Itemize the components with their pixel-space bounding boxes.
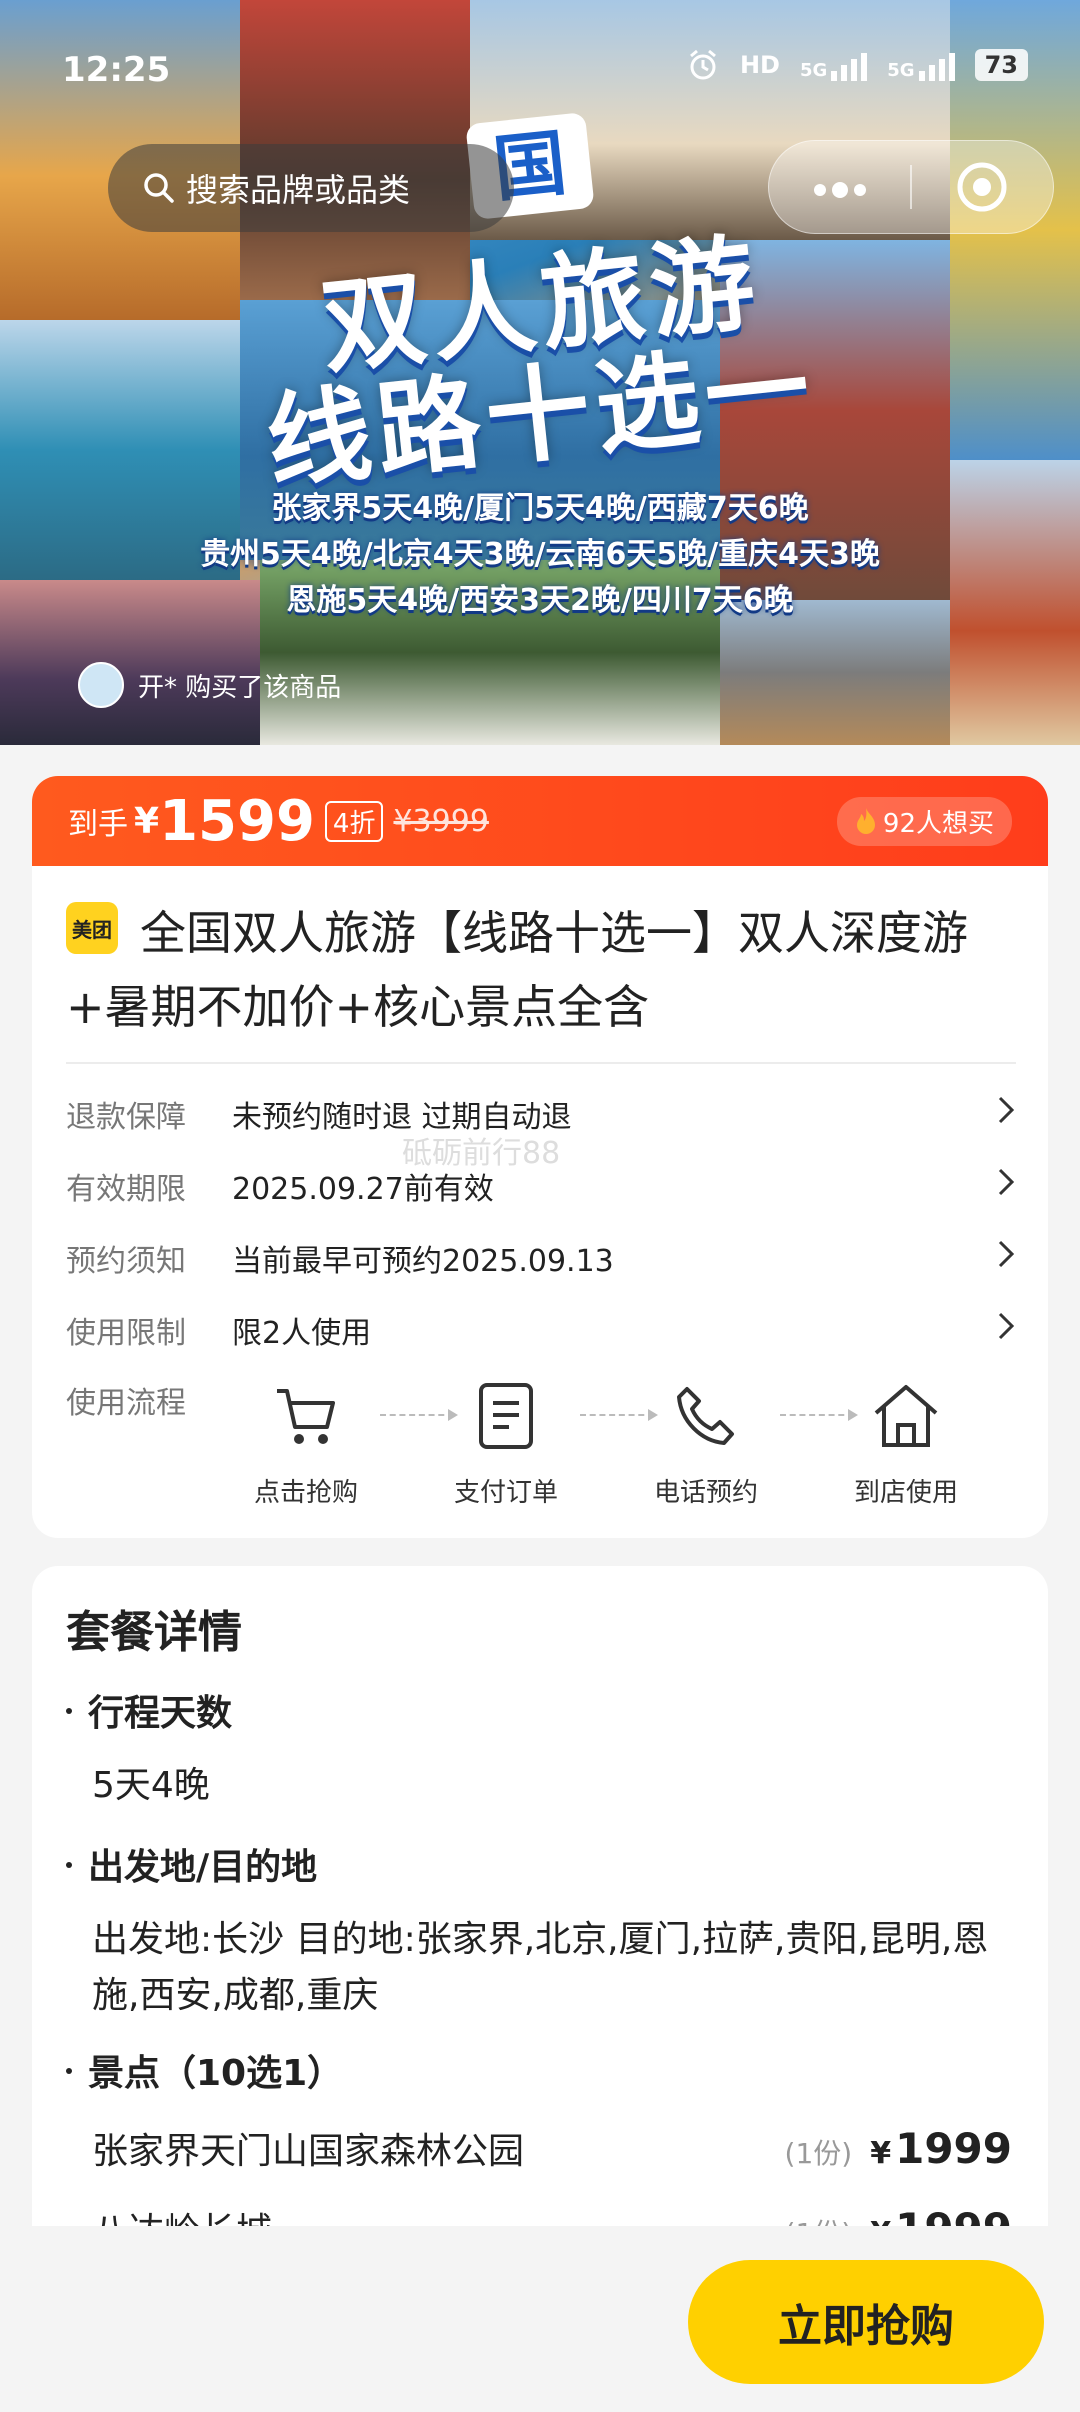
flow-step-label: 点击抢购 bbox=[253, 1478, 358, 1508]
avatar bbox=[78, 662, 124, 708]
fire-icon bbox=[856, 808, 875, 834]
chevron-right-icon bbox=[996, 1310, 1026, 1350]
item-currency: ¥ bbox=[870, 2216, 891, 2226]
battery-icon: 73 bbox=[974, 49, 1028, 81]
row-limit[interactable]: 使用限制 限2人使用 bbox=[66, 1300, 1026, 1360]
row-value: 2025.09.27前有效 bbox=[232, 1172, 494, 1207]
flow-label: 使用流程 bbox=[66, 1386, 186, 1421]
recent-buyer-toast: 开* 购买了该商品 bbox=[78, 662, 341, 708]
bottom-action-bar: 立即抢购 bbox=[0, 2226, 1080, 2412]
chevron-right-icon bbox=[996, 1094, 1026, 1134]
alarm-icon bbox=[689, 49, 716, 80]
buy-now-button[interactable]: 立即抢购 bbox=[688, 2260, 1044, 2384]
item-price: 1999 bbox=[895, 2204, 1012, 2226]
section-heading: 景点（10选1） bbox=[88, 2053, 344, 2094]
item-currency: ¥ bbox=[870, 2136, 892, 2171]
package-detail-card: 套餐详情 行程天数 5天4晚 出发地/目的地 出发地:长沙 目的地:张家界,北京… bbox=[32, 1566, 1048, 2226]
original-price: ¥3999 bbox=[393, 803, 489, 839]
row-key: 使用限制 bbox=[66, 1316, 186, 1351]
row-key: 预约须知 bbox=[66, 1244, 186, 1279]
list-item: 张家界天门山国家森林公园 (1份) ¥ 1999 bbox=[92, 2122, 1012, 2174]
flow-step-label: 到店使用 bbox=[853, 1478, 958, 1508]
row-key: 退款保障 bbox=[66, 1100, 186, 1135]
more-button[interactable] bbox=[769, 164, 910, 210]
order-icon bbox=[479, 1383, 533, 1449]
status-time: 12:25 bbox=[62, 50, 171, 90]
want-count-badge: 92人想买 bbox=[836, 796, 1012, 846]
route-line: 贵州5天4晚/北京4天3晚/云南6天5晚/重庆4天3晚 bbox=[200, 537, 880, 572]
route-line: 恩施5天4晚/西安3天2晚/四川7天6晚 bbox=[286, 583, 794, 618]
row-value: 当前最早可预约2025.09.13 bbox=[232, 1244, 614, 1279]
product-title: 全国双人旅游【线路十选一】双人深度游+暑期不加价+核心景点全含 bbox=[66, 906, 968, 1034]
bullet bbox=[66, 1862, 72, 1868]
search-input[interactable]: 搜索品牌或品类 bbox=[108, 144, 514, 232]
chevron-right-icon bbox=[996, 1166, 1026, 1206]
target-icon bbox=[957, 162, 1007, 212]
item-qty: (1份) bbox=[785, 2212, 853, 2226]
item-name: 八达岭长城 bbox=[92, 2202, 785, 2226]
want-count: 92人想买 bbox=[882, 808, 994, 839]
hero-routes: 张家界5天4晚/厦门5天4晚/西藏7天6晚 贵州5天4晚/北京4天3晚/云南6天… bbox=[0, 486, 1080, 624]
detail-title: 套餐详情 bbox=[66, 1607, 242, 1658]
flow-step: 支付订单 bbox=[436, 1376, 576, 1509]
item-name: 张家界天门山国家森林公园 bbox=[92, 2131, 525, 2172]
price-bar: 到手 ¥ 1599 4折 ¥3999 92人想买 bbox=[32, 776, 1048, 866]
cart-icon bbox=[277, 1389, 335, 1444]
phone-icon bbox=[677, 1387, 734, 1445]
section-text: 出发地:长沙 目的地:张家界,北京,厦门,拉萨,贵阳,昆明,恩施,西安,成都,重… bbox=[92, 1919, 989, 2016]
flow-step: 到店使用 bbox=[836, 1376, 976, 1509]
item-price: 1999 bbox=[895, 2124, 1012, 2173]
bullet bbox=[66, 1708, 72, 1714]
section-text: 5天4晚 bbox=[92, 1765, 210, 1806]
row-validity[interactable]: 有效期限 2025.09.27前有效 bbox=[66, 1156, 1026, 1216]
flow-step-label: 电话预约 bbox=[653, 1478, 758, 1508]
status-bar: 12:25 HD 5G 5G 73 bbox=[0, 0, 1080, 140]
chevron-right-icon bbox=[996, 1238, 1026, 1278]
price-amount: 1599 bbox=[159, 788, 315, 854]
signal-icon: 5G bbox=[800, 49, 868, 81]
search-icon bbox=[144, 173, 174, 203]
price-currency: ¥ bbox=[134, 800, 160, 842]
search-placeholder: 搜索品牌或品类 bbox=[186, 171, 411, 209]
recent-buyer-text: 开* 购买了该商品 bbox=[138, 672, 342, 703]
list-item: 八达岭长城 (1份) ¥ 1999 bbox=[92, 2202, 1012, 2226]
store-icon bbox=[874, 1385, 938, 1447]
row-booking[interactable]: 预约须知 当前最早可预约2025.09.13 bbox=[66, 1228, 1026, 1288]
hd-icon: HD bbox=[739, 51, 780, 79]
status-icons: HD 5G 5G 73 bbox=[686, 48, 1028, 82]
section-heading: 出发地/目的地 bbox=[88, 1847, 318, 1888]
flow-step: 点击抢购 bbox=[236, 1376, 376, 1509]
flow-step-label: 支付订单 bbox=[453, 1478, 558, 1508]
bullet bbox=[66, 2068, 72, 2074]
flow-step: 电话预约 bbox=[636, 1376, 776, 1509]
mini-program-capsule bbox=[768, 140, 1054, 234]
row-value: 未预约随时退 过期自动退 bbox=[232, 1100, 572, 1135]
signal-icon: 5G bbox=[887, 49, 955, 81]
discount-badge: 4折 bbox=[324, 800, 384, 842]
product-info-card: 美团 全国双人旅游【线路十选一】双人深度游+暑期不加价+核心景点全含 退款保障 … bbox=[32, 866, 1048, 1538]
row-value: 限2人使用 bbox=[232, 1316, 372, 1351]
item-qty: (1份) bbox=[784, 2137, 853, 2170]
divider bbox=[66, 1062, 1016, 1064]
section-heading: 行程天数 bbox=[88, 1693, 233, 1734]
more-icon bbox=[813, 182, 866, 198]
price-label: 到手 bbox=[68, 807, 128, 842]
route-line: 张家界5天4晚/厦门5天4晚/西藏7天6晚 bbox=[271, 491, 809, 526]
close-program-button[interactable] bbox=[912, 160, 1053, 214]
row-key: 有效期限 bbox=[66, 1172, 186, 1207]
